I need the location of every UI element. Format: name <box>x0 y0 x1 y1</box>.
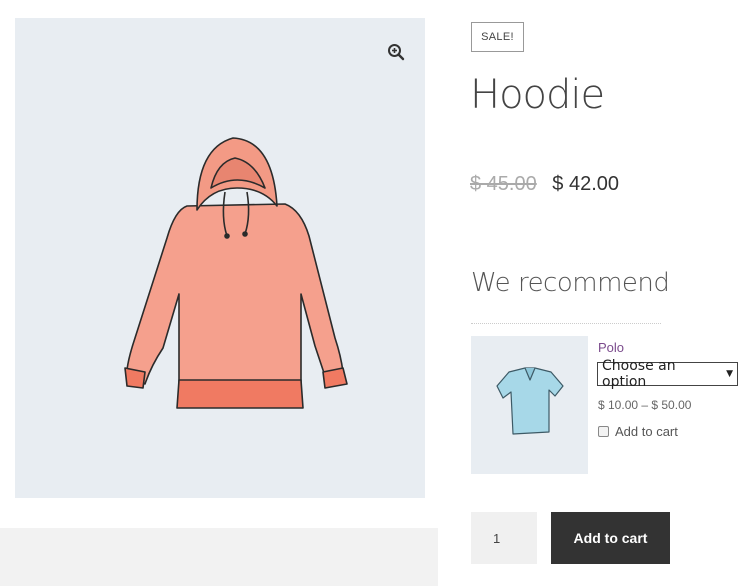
price-new: $ 42.00 <box>552 173 620 195</box>
recommend-price-range: $ 10.00 – $ 50.00 <box>598 398 692 412</box>
hoodie-image <box>124 137 348 409</box>
price-old: $ 45.00 <box>470 173 537 195</box>
recommend-divider <box>471 323 661 324</box>
sale-badge: SALE! <box>471 22 524 52</box>
magnify-plus-icon[interactable] <box>387 43 405 61</box>
variation-select-value: Choose an option <box>602 358 676 390</box>
add-to-cart-button[interactable]: Add to cart <box>551 512 670 564</box>
caret-down-icon: ▼ <box>726 369 733 379</box>
product-title: Hoodie <box>470 72 605 118</box>
recommend-add-label: Add to cart <box>615 424 678 439</box>
page-footer-area <box>0 528 438 586</box>
checkbox-icon[interactable] <box>598 426 609 437</box>
recommend-add-to-cart[interactable]: Add to cart <box>598 424 678 439</box>
recommend-heading: We recommend <box>471 268 670 298</box>
polo-shirt-icon <box>496 367 564 435</box>
variation-select[interactable]: Choose an option ▼ <box>597 358 738 390</box>
product-gallery[interactable] <box>15 18 425 498</box>
recommend-item-name[interactable]: Polo <box>598 340 624 355</box>
quantity-input[interactable]: 1 <box>471 512 537 564</box>
polo-thumbnail[interactable] <box>471 336 588 474</box>
price-row: $ 45.00 $ 42.00 <box>470 173 619 196</box>
